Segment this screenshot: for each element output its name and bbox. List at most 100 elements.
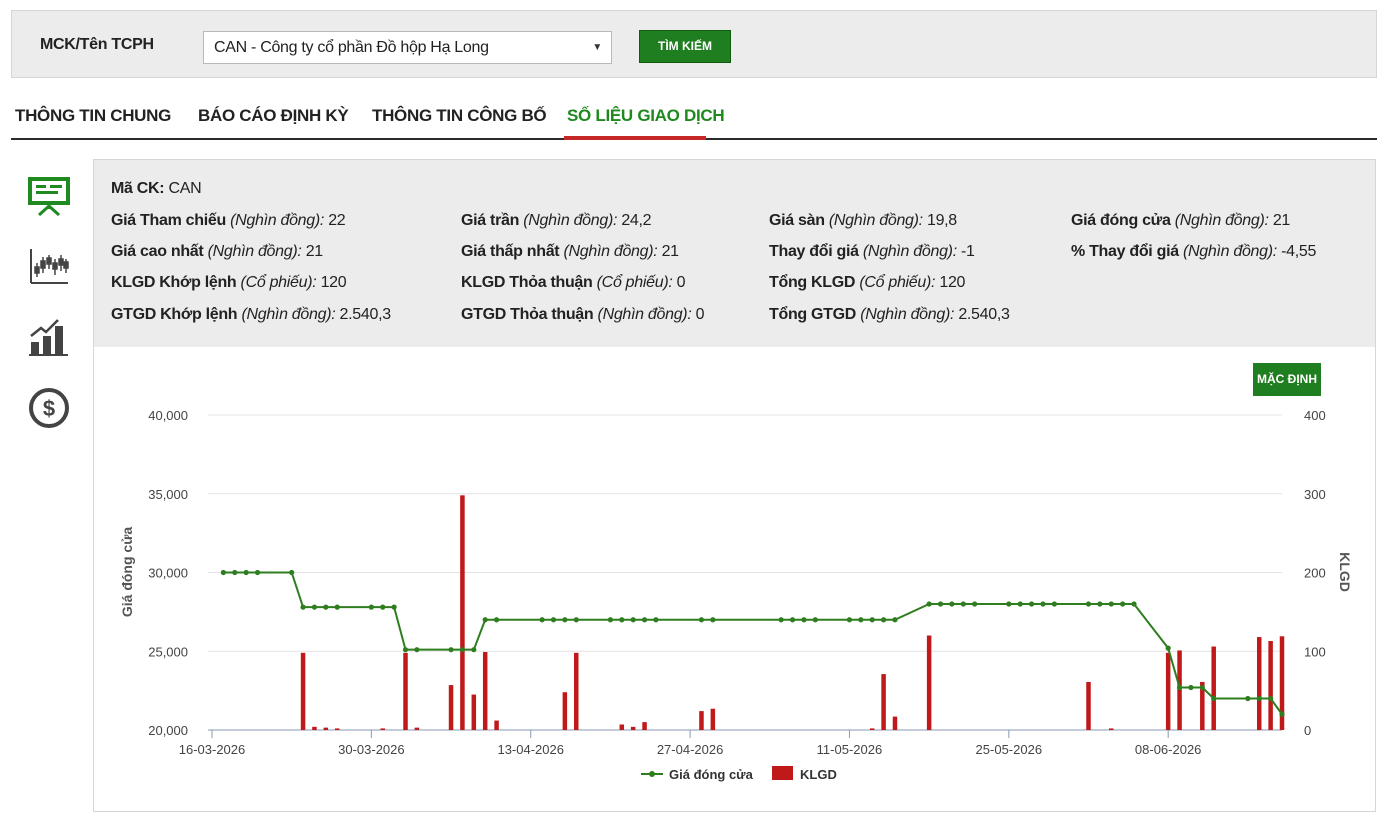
close-price-point: [1165, 645, 1171, 651]
x-tick-label: 13-04-2026: [497, 742, 564, 757]
volume-bar: [562, 692, 568, 730]
close-price-point: [960, 601, 966, 607]
close-price-point: [789, 617, 796, 623]
close-price-point: [801, 617, 807, 623]
close-price-point: [1085, 601, 1092, 607]
legend-price-label: Giá đóng cửa: [669, 767, 754, 782]
close-price-point: [1188, 684, 1194, 691]
close-price-point: [232, 569, 238, 576]
volume-bar: [380, 728, 385, 730]
close-price-point: [402, 647, 409, 653]
close-price-point: [619, 617, 625, 623]
y-left-tick-label: 25,000: [148, 644, 188, 659]
close-price-point: [858, 617, 864, 623]
x-tick-label: 08-06-2026: [1135, 742, 1202, 757]
volume-bar: [494, 720, 499, 730]
volume-bar: [334, 728, 340, 730]
close-price-point: [1108, 601, 1114, 607]
volume-bar: [482, 652, 488, 730]
close-price-point: [869, 617, 875, 623]
close-price-point: [1051, 601, 1057, 607]
y-left-tick-label: 40,000: [148, 408, 188, 423]
volume-bar: [414, 727, 420, 730]
close-price-point: [414, 647, 420, 653]
close-price-point: [949, 601, 955, 607]
close-price-point: [1006, 601, 1012, 607]
close-price-point: [880, 617, 887, 623]
close-price-point: [220, 569, 226, 576]
volume-bar: [1177, 650, 1182, 730]
close-price-point: [1268, 695, 1274, 702]
close-price-point: [323, 604, 329, 610]
close-price-point: [1131, 601, 1137, 607]
close-price-point: [1176, 684, 1183, 691]
volume-bar: [699, 711, 704, 730]
close-price-point: [1199, 684, 1205, 691]
close-price-point: [641, 617, 648, 623]
volume-bar: [1086, 681, 1091, 730]
close-price-point: [380, 604, 386, 610]
close-price-point: [812, 617, 818, 623]
close-price-point: [289, 569, 295, 576]
close-price-point: [254, 569, 261, 576]
close-price-point: [972, 601, 978, 607]
y-left-axis-title: Giá đóng cửa: [119, 527, 135, 617]
close-price-point: [243, 569, 249, 576]
close-price-point: [562, 617, 568, 623]
y-right-tick-label: 0: [1304, 723, 1311, 738]
close-price-point: [1279, 711, 1285, 717]
y-right-tick-label: 300: [1304, 487, 1326, 502]
volume-bar: [574, 652, 579, 730]
volume-bar: [1165, 652, 1171, 730]
y-left-tick-label: 30,000: [148, 566, 188, 581]
close-price-point: [1256, 695, 1262, 702]
close-price-point: [937, 601, 944, 607]
volume-bar: [1109, 728, 1114, 730]
close-price-point: [1017, 601, 1023, 607]
volume-bar: [448, 685, 454, 730]
volume-bar: [1256, 637, 1262, 730]
legend-volume-label: KLGD: [800, 767, 837, 782]
close-price-point: [368, 604, 374, 610]
close-price-line: [223, 571, 1283, 715]
volume-bar: [892, 716, 898, 730]
volume-bar: [1268, 641, 1273, 730]
y-right-tick-label: 400: [1304, 408, 1326, 423]
close-price-point: [926, 601, 932, 607]
close-price-point: [698, 617, 705, 623]
close-price-point: [1120, 601, 1126, 607]
price-volume-chart: 20,000 25,000 30,000 35,000 40,000 0 100 200 300…: [119, 408, 1353, 782]
volume-bar: [403, 652, 408, 730]
close-price-point: [710, 617, 716, 623]
close-price-point: [1097, 601, 1103, 607]
volume-bar: [619, 724, 625, 730]
close-price-point: [778, 617, 784, 623]
close-price-point: [482, 617, 488, 623]
legend-bar-swatch: [772, 766, 793, 780]
x-tick-label: 16-03-2026: [179, 742, 246, 757]
volume-bar: [312, 726, 317, 730]
close-price-point: [459, 647, 466, 653]
close-price-point: [892, 617, 898, 623]
close-price-point: [539, 617, 545, 623]
close-price-point: [471, 647, 477, 653]
volume-bar: [460, 495, 465, 730]
x-tick-label: 25-05-2026: [976, 742, 1043, 757]
close-price-point: [630, 617, 636, 623]
y-left-tick-label: 20,000: [148, 723, 188, 738]
volume-bar: [642, 722, 647, 730]
volume-bar: [1211, 646, 1216, 730]
close-price-point: [653, 617, 659, 623]
close-price-point: [550, 617, 557, 623]
y-right-tick-label: 100: [1304, 644, 1326, 659]
legend-line-marker: [649, 771, 655, 777]
volume-bar: [323, 727, 329, 730]
volume-bar: [630, 726, 636, 730]
close-price-point: [334, 604, 340, 610]
close-price-point: [1028, 601, 1035, 607]
volume-bar: [881, 674, 886, 730]
y-right-axis-title: KLGD: [1337, 552, 1353, 592]
volume-bar: [471, 694, 477, 730]
close-price-point: [1245, 695, 1251, 702]
close-price-point: [391, 604, 397, 610]
